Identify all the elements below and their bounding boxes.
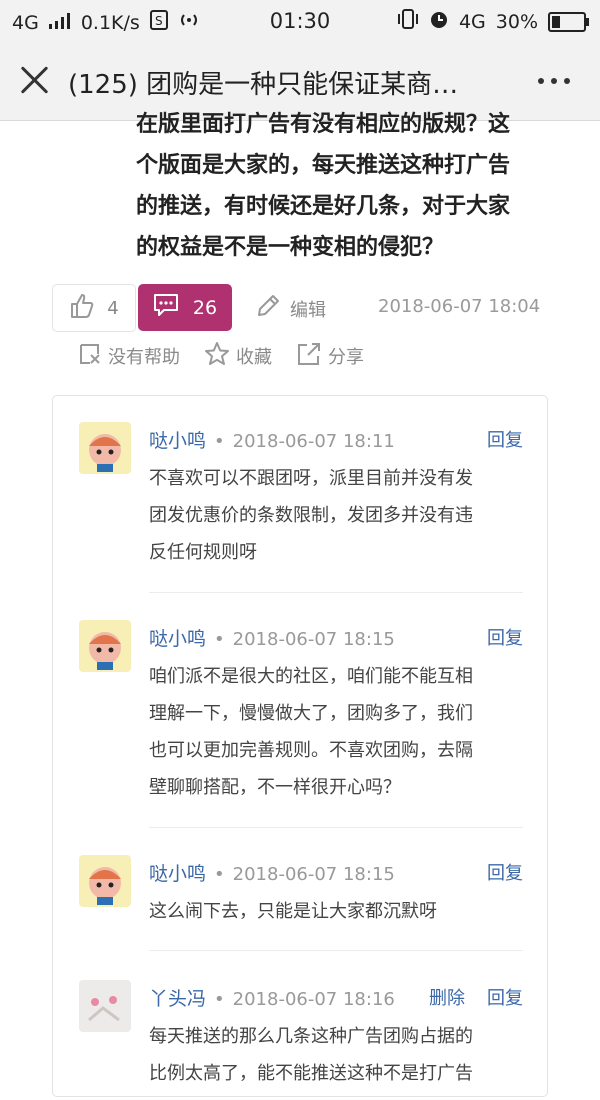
comment-meta: 哒小鸣 • 2018-06-07 18:15 (149, 624, 523, 651)
article-line: 个版面是大家的，每天推送这种打广告 (136, 153, 511, 178)
like-count: 4 (107, 297, 119, 319)
comment-author[interactable]: 丫头冯 (149, 988, 206, 1010)
comments-button[interactable]: 26 (138, 284, 232, 331)
comment-body: 咱们派不是很大的社区，咱们能不能互相 理解一下，慢慢做大了，团购多了，我们 也可… (149, 658, 523, 806)
battery-icon (548, 11, 589, 32)
divider (149, 592, 523, 593)
comment-line: 咱们派不是很大的社区，咱们能不能互相 (149, 666, 473, 687)
like-button[interactable]: 4 (52, 284, 136, 332)
star-icon (204, 341, 230, 372)
alarm-icon (429, 9, 449, 34)
comment-icon (153, 293, 179, 322)
favorite-label: 收藏 (236, 347, 272, 368)
edit-label: 编辑 (290, 299, 326, 321)
separator-dot: • (214, 431, 225, 452)
reply-button[interactable]: 回复 (487, 984, 523, 1010)
comment-line: 壁聊聊搭配，不一样很开心吗？ (149, 777, 401, 798)
favorite-button[interactable]: 收藏 (204, 340, 272, 372)
comments-panel: 哒小鸣 • 2018-06-07 18:11 回复 不喜欢可以不跟团呀，派里目前并没… (52, 395, 548, 1097)
separator-dot: • (214, 629, 225, 650)
comment-item: 丫头冯 • 2018-06-07 18:16 删除 回复 每天推送的那么几条这种广告… (79, 980, 523, 1100)
comment-time: 2018-06-07 18:16 (232, 989, 395, 1010)
avatar[interactable] (79, 620, 131, 672)
edit-button[interactable]: 编辑 (256, 294, 326, 323)
comment-line: 这么闹下去，只能是让大家都沉默呀 (149, 901, 437, 922)
close-icon[interactable] (18, 64, 50, 96)
comment-body: 每天推送的那么几条这种广告团购占据的 比例太高了，能不能推送这种不是打广告 (149, 1018, 523, 1092)
comment-author[interactable]: 哒小鸣 (149, 863, 206, 885)
avatar[interactable] (79, 422, 131, 474)
thumbs-up-icon (69, 293, 95, 324)
comment-meta: 哒小鸣 • 2018-06-07 18:11 (149, 426, 523, 453)
comment-line: 团发优惠价的条数限制，发团多并没有违 (149, 505, 473, 526)
divider (149, 827, 523, 828)
article-line: 的权益是不是一种变相的侵犯？ (136, 235, 445, 260)
separator-dot: • (214, 864, 225, 885)
post-timestamp: 2018-06-07 18:04 (378, 296, 541, 317)
avatar[interactable] (79, 980, 131, 1032)
comment-author[interactable]: 哒小鸣 (149, 628, 206, 650)
network-type-right: 4G (458, 10, 486, 33)
post-actions: 4 26 编辑 2018-06-07 18:04 (52, 284, 552, 332)
divider (149, 950, 523, 951)
comment-time: 2018-06-07 18:11 (232, 431, 395, 452)
comment-meta: 哒小鸣 • 2018-06-07 18:15 (149, 859, 523, 886)
comment-time: 2018-06-07 18:15 (232, 864, 395, 885)
not-helpful-button[interactable]: 没有帮助 (78, 340, 180, 372)
article-line: 在版里面打广告有没有相应的版规？这 (136, 112, 511, 137)
comment-body: 这么闹下去，只能是让大家都沉默呀 (149, 893, 523, 930)
share-icon (296, 341, 322, 372)
separator-dot: • (214, 989, 225, 1010)
page-title: (125) 团购是一种只能保证某商… (68, 70, 459, 100)
reply-button[interactable]: 回复 (487, 426, 523, 452)
comment-line: 每天推送的那么几条这种广告团购占据的 (149, 1026, 473, 1047)
vibrate-icon (397, 9, 419, 34)
share-button[interactable]: 分享 (296, 340, 364, 372)
more-icon[interactable] (538, 78, 570, 84)
not-helpful-icon (78, 342, 102, 371)
comment-item: 哒小鸣 • 2018-06-07 18:15 回复 这么闹下去，只能是让大家都沉默呀 (79, 855, 523, 951)
comment-line: 反任何规则呀 (149, 542, 257, 563)
comment-author[interactable]: 哒小鸣 (149, 430, 206, 452)
reply-button[interactable]: 回复 (487, 624, 523, 650)
comment-line: 也可以更加完善规则。不喜欢团购，去隔 (149, 740, 473, 761)
delete-button[interactable]: 删除 (429, 984, 465, 1010)
not-helpful-label: 没有帮助 (108, 347, 180, 368)
comment-time: 2018-06-07 18:15 (232, 629, 395, 650)
share-label: 分享 (328, 347, 364, 368)
battery-percent: 30% (495, 10, 538, 33)
comment-meta: 丫头冯 • 2018-06-07 18:16 (149, 984, 523, 1011)
comment-line: 比例太高了，能不能推送这种不是打广告 (149, 1063, 473, 1084)
secondary-actions: 没有帮助 收藏 分享 (78, 340, 364, 372)
pencil-icon (256, 294, 280, 323)
avatar[interactable] (79, 855, 131, 907)
comment-line: 理解一下，慢慢做大了，团购多了，我们 (149, 703, 473, 724)
comment-line: 不喜欢可以不跟团呀，派里目前并没有发 (149, 468, 473, 489)
reply-button[interactable]: 回复 (487, 859, 523, 885)
article-line: 的推送，有时候还是好几条，对于大家 (136, 194, 511, 219)
comment-item: 哒小鸣 • 2018-06-07 18:15 回复 咱们派不是很大的社区，咱们能不能… (79, 620, 523, 828)
status-bar: 4G 0.1K/s S 01:30 4G 30% (0, 0, 600, 42)
article-body: 在版里面打广告有没有相应的版规？这 个版面是大家的，每天推送这种打广告 的推送，… (136, 104, 546, 268)
comment-count: 26 (192, 296, 218, 319)
comment-body: 不喜欢可以不跟团呀，派里目前并没有发 团发优惠价的条数限制，发团多并没有违 反任… (149, 460, 523, 571)
comment-item: 哒小鸣 • 2018-06-07 18:11 回复 不喜欢可以不跟团呀，派里目前并没… (79, 422, 523, 593)
